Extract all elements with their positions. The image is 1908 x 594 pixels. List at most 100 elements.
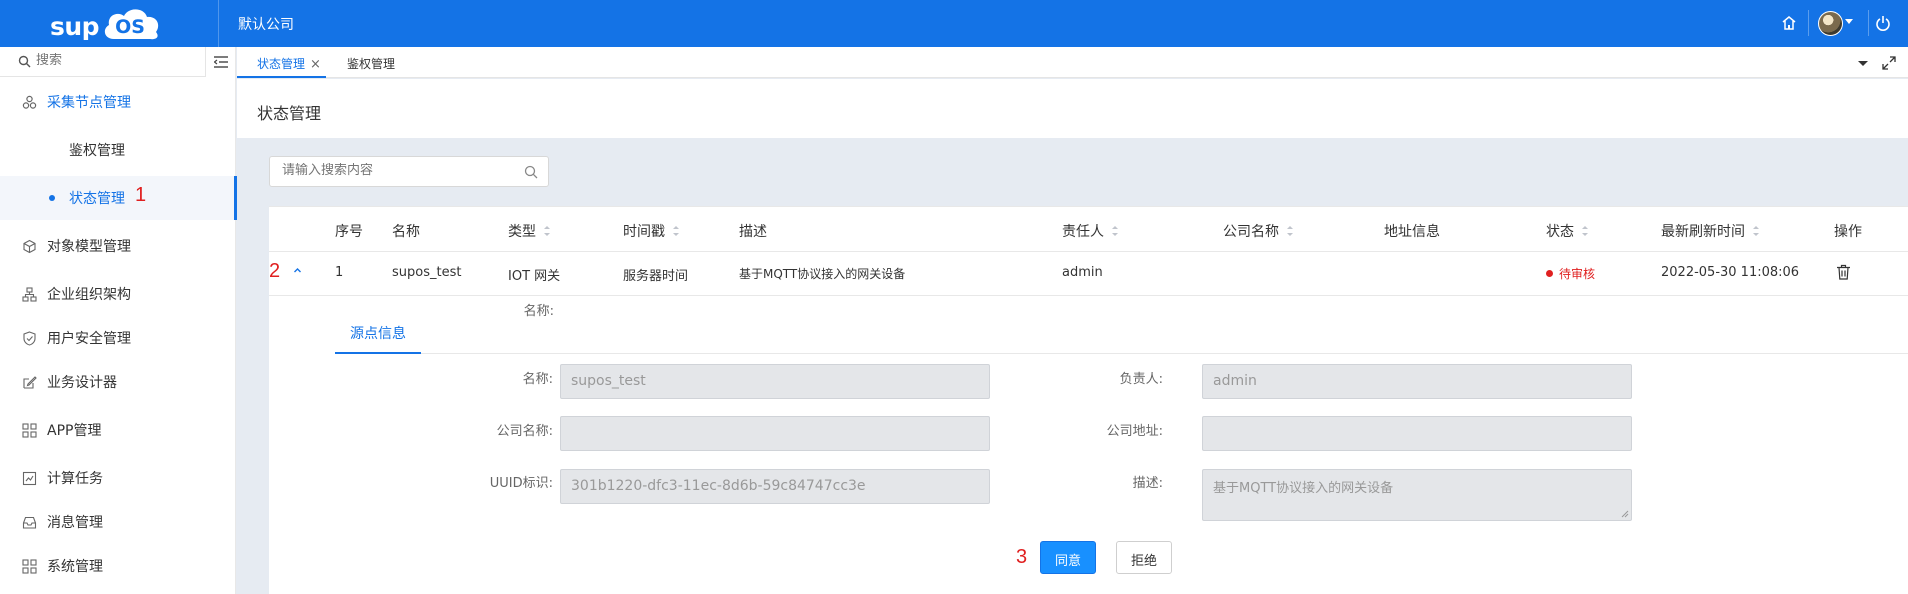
- column-header-label: 责任人: [1062, 224, 1104, 240]
- sidebar-item-label: 消息管理: [47, 515, 103, 531]
- field-label-description: 描述:: [1132, 476, 1163, 491]
- annotation-step-3: 3: [1016, 546, 1028, 568]
- tab-status-management[interactable]: 状态管理 ×: [237, 47, 326, 78]
- page-tabs: 状态管理 × 鉴权管理: [237, 47, 1908, 78]
- approve-button[interactable]: 同意: [1040, 541, 1096, 574]
- tabs-dropdown-icon[interactable]: [1856, 57, 1870, 69]
- field-label-address: 公司地址:: [1106, 424, 1163, 439]
- field-label-name: 名称:: [522, 372, 553, 387]
- sidebar-item-app[interactable]: APP管理: [0, 408, 236, 452]
- column-header-sortable[interactable]: 责任人: [1062, 221, 1118, 241]
- description-textarea[interactable]: 基于MQTT协议接入的网关设备: [1202, 469, 1632, 521]
- sidebar-item-user-security[interactable]: 用户安全管理: [0, 316, 236, 360]
- chevron-up-icon[interactable]: [293, 266, 302, 275]
- column-header-sortable[interactable]: 时间戳: [623, 221, 679, 241]
- sort-icon[interactable]: [1753, 226, 1759, 236]
- sidebar-item-auth[interactable]: 鉴权管理: [0, 128, 236, 172]
- sidebar-item-system[interactable]: 系统管理: [0, 544, 236, 588]
- status-badge: 待审核: [1546, 265, 1595, 282]
- sidebar-item-label: 企业组织架构: [47, 287, 131, 303]
- sidebar-item-compute[interactable]: 计算任务: [0, 456, 236, 500]
- user-avatar[interactable]: [1818, 11, 1843, 36]
- table-search[interactable]: [269, 156, 549, 187]
- sidebar-item-label: APP管理: [47, 423, 102, 439]
- sidebar-item-label: 采集节点管理: [47, 95, 131, 111]
- close-icon[interactable]: ×: [310, 57, 321, 72]
- power-icon[interactable]: [1874, 14, 1892, 32]
- annotation-step-1: 1: [135, 184, 147, 206]
- page-title: 状态管理: [257, 104, 322, 123]
- detail-tabs: 源点信息: [335, 311, 1908, 354]
- sidebar-item-label: 对象模型管理: [47, 239, 131, 255]
- uuid-field[interactable]: 301b1220-dfc3-11ec-8d6b-59c84747cc3e: [560, 469, 990, 504]
- sort-icon[interactable]: [544, 226, 550, 236]
- sidebar-item-label: 状态管理: [69, 191, 125, 207]
- sidebar-item-label: 计算任务: [47, 471, 103, 487]
- sidebar-item-label: 业务设计器: [47, 375, 117, 391]
- avatar-caret-icon[interactable]: [1845, 19, 1853, 24]
- logo-badge: OS: [115, 16, 145, 38]
- topbar-separator: [1808, 10, 1809, 36]
- tab-auth-management[interactable]: 鉴权管理: [347, 47, 417, 78]
- sidebar: 采集节点管理 鉴权管理 状态管理 1 对象模型管理 企业组织架构 用户安全管理: [0, 47, 237, 594]
- sort-icon[interactable]: [1112, 226, 1118, 236]
- column-header-label: 公司名称: [1223, 224, 1279, 240]
- description-text: 基于MQTT协议接入的网关设备: [1213, 481, 1394, 496]
- status-dot: [1546, 270, 1553, 277]
- collapse-sidebar-icon[interactable]: [214, 56, 228, 68]
- sidebar-item-messages[interactable]: 消息管理: [0, 500, 236, 544]
- tab-label: 状态管理: [257, 57, 306, 71]
- column-header-sortable[interactable]: 状态: [1546, 221, 1588, 241]
- column-header: 描述: [739, 224, 767, 240]
- name-field[interactable]: supos_test: [560, 364, 990, 399]
- sort-icon[interactable]: [673, 226, 679, 236]
- cell-timestamp: 服务器时间: [623, 269, 689, 284]
- column-header-sortable[interactable]: 最新刷新时间: [1661, 221, 1759, 241]
- sidebar-item-collection-nodes[interactable]: 采集节点管理: [0, 80, 236, 124]
- table-search-input[interactable]: [282, 163, 512, 178]
- field-label-owner: 负责人:: [1119, 372, 1163, 387]
- sort-icon[interactable]: [1287, 226, 1293, 236]
- cell-owner: admin: [1062, 265, 1103, 280]
- column-header-sortable[interactable]: 公司名称: [1223, 221, 1293, 241]
- status-text: 待审核: [1559, 267, 1596, 281]
- column-header-sortable[interactable]: 类型: [508, 221, 550, 241]
- cell-name: supos_test: [392, 265, 462, 280]
- active-indicator: [234, 176, 237, 220]
- sort-icon[interactable]: [1582, 226, 1588, 236]
- supos-logo[interactable]: sup OS: [50, 5, 162, 43]
- sidebar-item-org[interactable]: 企业组织架构: [0, 272, 236, 316]
- trash-icon[interactable]: [1836, 264, 1851, 280]
- topbar-separator: [1868, 10, 1869, 36]
- company-name[interactable]: 默认公司: [238, 14, 294, 34]
- page-header: 状态管理: [237, 79, 1908, 138]
- table-row: 2 1 supos_test IOT 网关 服务器时间 基于MQTT协议接入的网…: [269, 252, 1908, 296]
- column-header: 操作: [1834, 224, 1862, 240]
- resize-handle-icon[interactable]: [1621, 510, 1629, 518]
- sidebar-item-status[interactable]: 状态管理 1: [0, 176, 237, 220]
- company-field[interactable]: [560, 416, 990, 451]
- search-icon[interactable]: [524, 165, 538, 179]
- tab-source-info[interactable]: 源点信息: [335, 311, 421, 354]
- annotation-step-2: 2: [269, 260, 281, 282]
- fullscreen-icon[interactable]: [1882, 56, 1896, 70]
- sidebar-item-object-model[interactable]: 对象模型管理: [0, 224, 236, 268]
- sidebar-search-input[interactable]: [36, 53, 196, 68]
- owner-field[interactable]: admin: [1202, 364, 1632, 399]
- cell-type: IOT 网关: [508, 269, 561, 284]
- address-field[interactable]: [1202, 416, 1632, 451]
- sidebar-item-designer[interactable]: 业务设计器: [0, 360, 236, 404]
- active-dot: [49, 195, 55, 201]
- sidebar-item-label: 用户安全管理: [47, 331, 131, 347]
- home-icon[interactable]: [1780, 14, 1798, 32]
- nodes-icon: [22, 95, 37, 109]
- chart-icon: [22, 471, 37, 485]
- reject-button[interactable]: 拒绝: [1116, 541, 1172, 574]
- column-header: 地址信息: [1384, 224, 1440, 240]
- cube-icon: [23, 239, 36, 253]
- logo-text: sup: [50, 12, 100, 41]
- sidebar-search[interactable]: [0, 47, 206, 77]
- status-table: 序号 名称 类型 时间戳 描述 责任人 公司名称 地址信息 状态 最新刷新时间 …: [269, 206, 1908, 594]
- grid-icon: [22, 558, 37, 574]
- column-header: 序号: [335, 224, 363, 240]
